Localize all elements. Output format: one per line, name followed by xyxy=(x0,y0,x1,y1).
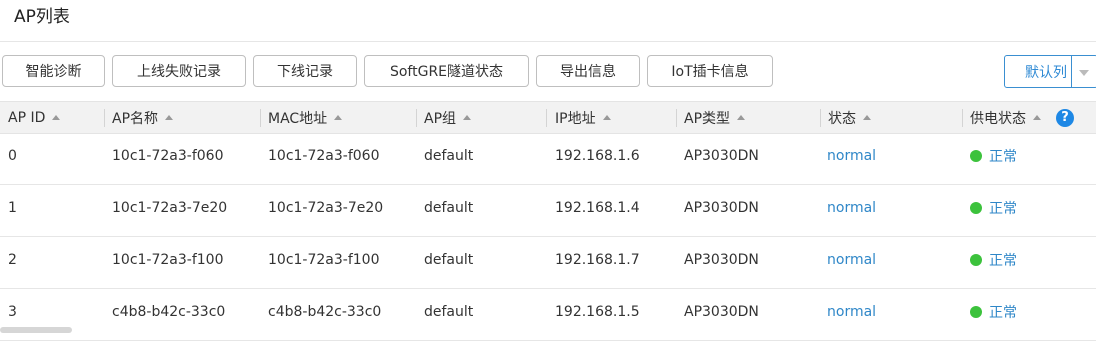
header-label: IP地址 xyxy=(555,110,596,127)
cell-ap-type: AP3030DN xyxy=(684,304,759,320)
cell-mac: c4b8-b42c-33c0 xyxy=(268,304,382,320)
cell-status-link[interactable]: normal xyxy=(827,132,876,180)
cell-mac: 10c1-72a3-f060 xyxy=(268,148,380,164)
table-row[interactable]: 3 c4b8-b42c-33c0 c4b8-b42c-33c0 default … xyxy=(0,288,1096,341)
cell-ap-id: 0 xyxy=(8,148,17,164)
column-header-power[interactable]: 供电状态? xyxy=(970,102,1074,133)
column-header-mac[interactable]: MAC地址 xyxy=(268,102,343,133)
cell-ip: 192.168.1.6 xyxy=(555,148,640,164)
cell-power: 正常 xyxy=(970,288,1017,336)
cell-power: 正常 xyxy=(970,132,1017,180)
dropdown-separator xyxy=(1071,56,1072,87)
cell-status-link[interactable]: normal xyxy=(827,236,876,284)
column-divider xyxy=(416,109,417,127)
cell-ap-id: 1 xyxy=(8,200,17,216)
table-header: AP ID AP名称 MAC地址 AP组 IP地址 AP类型 状态 供电状态? xyxy=(0,101,1096,134)
cell-ip: 192.168.1.4 xyxy=(555,200,640,216)
column-divider xyxy=(260,109,261,127)
column-divider xyxy=(820,109,821,127)
column-header-ip[interactable]: IP地址 xyxy=(555,102,611,133)
header-label: AP类型 xyxy=(684,110,731,127)
status-dot-icon xyxy=(970,254,982,266)
cell-status-link[interactable]: normal xyxy=(827,184,876,232)
cell-ap-group: default xyxy=(424,200,474,216)
cell-ap-id: 2 xyxy=(8,252,17,268)
cell-power: 正常 xyxy=(970,184,1017,232)
table-row[interactable]: 1 10c1-72a3-7e20 10c1-72a3-7e20 default … xyxy=(0,184,1096,237)
column-divider xyxy=(546,109,547,127)
table-row[interactable]: 2 10c1-72a3-f100 10c1-72a3-f100 default … xyxy=(0,236,1096,289)
header-label: AP名称 xyxy=(112,110,159,127)
online-failure-log-button[interactable]: 上线失败记录 xyxy=(112,55,246,87)
column-header-ap-group[interactable]: AP组 xyxy=(424,102,472,133)
iot-card-info-button[interactable]: IoT插卡信息 xyxy=(647,55,773,87)
cell-ap-name: 10c1-72a3-7e20 xyxy=(112,200,228,216)
softgre-status-button[interactable]: SoftGRE隧道状态 xyxy=(364,55,529,87)
column-header-ap-name[interactable]: AP名称 xyxy=(112,102,174,133)
header-label: AP ID xyxy=(8,109,46,126)
chevron-down-icon[interactable] xyxy=(1079,70,1089,76)
sort-asc-icon[interactable] xyxy=(737,115,746,120)
export-button[interactable]: 导出信息 xyxy=(536,55,640,87)
sort-asc-icon[interactable] xyxy=(334,115,343,120)
column-divider xyxy=(104,109,105,127)
power-status-text: 正常 xyxy=(989,253,1017,269)
header-label: MAC地址 xyxy=(268,110,328,127)
cell-ap-name: c4b8-b42c-33c0 xyxy=(112,304,226,320)
column-header-ap-id[interactable]: AP ID xyxy=(8,102,61,133)
power-status-text: 正常 xyxy=(989,305,1017,321)
power-status-text: 正常 xyxy=(989,201,1017,217)
column-divider xyxy=(676,109,677,127)
column-header-status[interactable]: 状态 xyxy=(828,102,871,133)
default-columns-button[interactable]: 默认列 xyxy=(1004,55,1096,88)
page-title: AP列表 xyxy=(14,7,70,27)
cell-ap-group: default xyxy=(424,252,474,268)
offline-log-button[interactable]: 下线记录 xyxy=(253,55,357,87)
cell-ap-type: AP3030DN xyxy=(684,148,759,164)
status-dot-icon xyxy=(970,202,982,214)
header-label: 供电状态 xyxy=(970,110,1026,127)
header-label: 状态 xyxy=(828,110,856,127)
title-divider xyxy=(0,41,1096,42)
cell-ap-group: default xyxy=(424,148,474,164)
sort-asc-icon[interactable] xyxy=(52,115,61,120)
cell-power: 正常 xyxy=(970,236,1017,284)
sort-asc-icon[interactable] xyxy=(463,115,472,120)
sort-asc-icon[interactable] xyxy=(863,115,871,120)
cell-ap-type: AP3030DN xyxy=(684,252,759,268)
header-label: AP组 xyxy=(424,110,457,127)
sort-asc-icon[interactable] xyxy=(1033,115,1041,120)
help-icon[interactable]: ? xyxy=(1056,108,1074,127)
cell-status-link[interactable]: normal xyxy=(827,288,876,336)
sort-asc-icon[interactable] xyxy=(165,115,174,120)
cell-mac: 10c1-72a3-7e20 xyxy=(268,200,384,216)
table-row[interactable]: 0 10c1-72a3-f060 10c1-72a3-f060 default … xyxy=(0,132,1096,185)
cell-ip: 192.168.1.7 xyxy=(555,252,640,268)
status-dot-icon xyxy=(970,150,982,162)
default-columns-label: 默认列 xyxy=(1025,64,1067,81)
horizontal-scrollbar[interactable] xyxy=(0,327,72,333)
cell-ap-name: 10c1-72a3-f060 xyxy=(112,148,224,164)
diagnose-button[interactable]: 智能诊断 xyxy=(2,55,105,87)
cell-ip: 192.168.1.5 xyxy=(555,304,640,320)
cell-ap-type: AP3030DN xyxy=(684,200,759,216)
status-dot-icon xyxy=(970,306,982,318)
power-status-text: 正常 xyxy=(989,149,1017,165)
sort-asc-icon[interactable] xyxy=(602,115,611,120)
cell-ap-name: 10c1-72a3-f100 xyxy=(112,252,224,268)
cell-mac: 10c1-72a3-f100 xyxy=(268,252,380,268)
column-header-ap-type[interactable]: AP类型 xyxy=(684,102,746,133)
cell-ap-group: default xyxy=(424,304,474,320)
column-divider xyxy=(962,109,963,127)
